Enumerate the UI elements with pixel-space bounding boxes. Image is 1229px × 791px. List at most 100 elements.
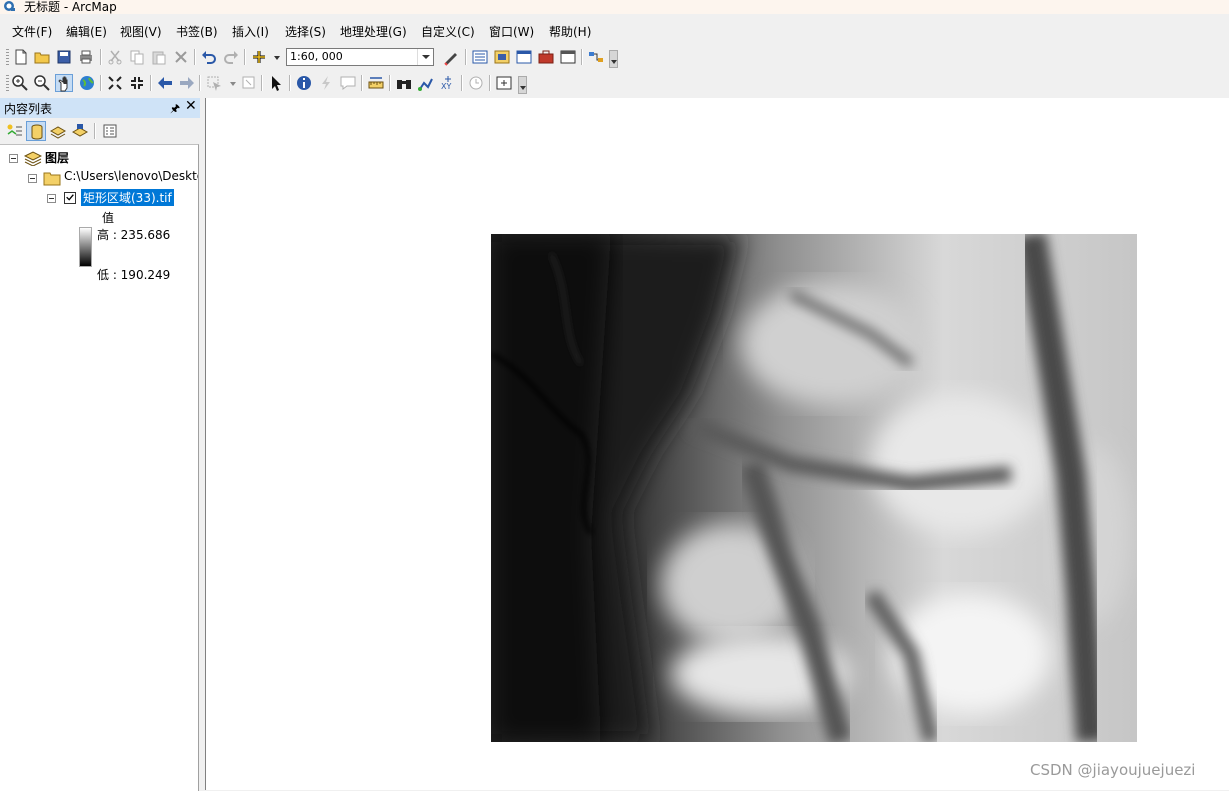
add-data-icon[interactable] [250,48,268,66]
toolbar-separator [150,75,152,91]
add-data-dropdown-icon[interactable] [268,48,280,66]
catalog-icon[interactable] [493,48,511,66]
map-display[interactable] [205,98,1229,790]
standard-toolbar: 1:60, 000 [0,46,1229,70]
arctoolbox-icon[interactable] [537,48,555,66]
menu-bar: 文件(F) 编辑(E) 视图(V) 书签(B) 插入(I) 选择(S) 地理处理… [0,20,1229,42]
create-viewer-window-icon[interactable] [495,74,513,92]
legend-field-label: 值 [102,211,115,225]
pin-icon[interactable]: 🖈 [170,100,180,119]
model-builder-icon[interactable] [587,48,605,66]
toc-tree: 图层 C:\Users\lenovo\Deskto 矩形区域(33).tif 值… [0,144,199,791]
collapse-toggle-layer[interactable] [47,194,56,203]
toolbar-separator [289,75,291,91]
html-popup-icon[interactable] [339,74,357,92]
search-window-icon[interactable] [515,48,533,66]
toolbar-separator [261,75,263,91]
toolbar-separator [100,49,102,65]
close-icon[interactable]: ✕ [185,98,197,114]
new-document-icon[interactable] [12,48,30,66]
zoom-out-icon[interactable] [33,74,51,92]
toolbar-grip[interactable] [6,75,9,91]
toolbar-separator [389,75,391,91]
save-icon[interactable] [55,48,73,66]
menu-help[interactable]: 帮助(H) [549,23,591,40]
menu-insert[interactable]: 插入(I) [232,23,269,40]
delete-icon[interactable] [172,48,190,66]
list-by-source-icon[interactable] [26,121,46,141]
print-icon[interactable] [77,48,95,66]
checkmark-icon [66,194,74,201]
identify-info-icon[interactable] [295,74,313,92]
toolbar-separator [244,49,246,65]
list-by-visibility-icon[interactable] [48,121,68,141]
clear-selection-icon[interactable] [240,74,258,92]
pan-hand-icon[interactable] [55,74,73,92]
menu-bookmarks[interactable]: 书签(B) [176,23,218,40]
chevron-down-icon[interactable] [417,49,433,65]
window-title: 无标题 - ArcMap [24,0,117,14]
full-extent-globe-icon[interactable] [78,74,96,92]
menu-customize[interactable]: 自定义(C) [421,23,475,40]
select-elements-pointer-icon[interactable] [267,74,285,92]
measure-ruler-icon[interactable] [367,74,385,92]
options-icon[interactable] [100,121,120,141]
hyperlink-lightning-icon[interactable] [317,74,335,92]
forward-arrow-icon[interactable] [178,74,196,92]
menu-edit[interactable]: 编辑(E) [66,23,107,40]
fixed-zoom-in-icon[interactable] [106,74,124,92]
select-features-icon[interactable] [205,74,223,92]
find-binoculars-icon[interactable] [395,74,413,92]
layer-visibility-checkbox[interactable] [64,192,76,204]
raster-layer-name[interactable]: 矩形区域(33).tif [81,189,174,206]
menu-selection[interactable]: 选择(S) [285,23,326,40]
redo-icon[interactable] [222,48,240,66]
dem-raster-image [491,234,1137,742]
go-to-xy-icon[interactable]: XY [439,74,457,92]
menu-geoprocessing[interactable]: 地理处理(G) [340,23,407,40]
fixed-zoom-out-icon[interactable] [128,74,146,92]
stretched-color-ramp[interactable] [79,227,92,267]
layers-icon [24,151,42,166]
list-by-selection-icon[interactable] [70,121,90,141]
toolbar-grip[interactable] [6,49,9,65]
copy-icon[interactable] [128,48,146,66]
toolbar-separator [489,75,491,91]
menu-windows[interactable]: 窗口(W) [489,23,534,40]
list-by-drawing-order-icon[interactable] [4,121,24,141]
select-dropdown-icon[interactable] [224,74,236,92]
title-bar: 无标题 - ArcMap [0,0,1229,14]
toc-toolbar [0,118,200,144]
find-route-icon[interactable] [417,74,435,92]
legend-high-value: 高 : 235.686 [97,228,171,242]
cut-icon[interactable] [106,48,124,66]
undo-icon[interactable] [200,48,218,66]
back-arrow-icon[interactable] [156,74,174,92]
map-scale-value: 1:60, 000 [290,50,343,63]
zoom-in-icon[interactable] [11,74,29,92]
toolbar-separator [194,49,196,65]
collapse-toggle-layers[interactable] [9,154,18,163]
toolbar-options-chevron[interactable] [609,50,618,68]
tools-toolbar: XY [0,72,1229,96]
legend-low-value: 低 : 190.249 [97,268,171,282]
table-of-contents-panel: 内容列表 🖈 ✕ 图层 C:\Users\lenovo\Deskto 矩形区域(… [0,98,200,791]
editor-toolbar-icon[interactable] [442,48,460,66]
data-frame-label[interactable]: 图层 [45,149,69,166]
source-folder-path[interactable]: C:\Users\lenovo\Deskto [64,169,198,183]
paste-icon[interactable] [150,48,168,66]
menu-view[interactable]: 视图(V) [120,23,162,40]
time-slider-icon[interactable] [467,74,485,92]
open-folder-icon[interactable] [33,48,51,66]
table-of-contents-icon[interactable] [471,48,489,66]
python-window-icon[interactable] [559,48,577,66]
toolbar-separator [94,123,96,139]
menu-file[interactable]: 文件(F) [12,23,52,40]
map-scale-combobox[interactable]: 1:60, 000 [286,48,434,66]
collapse-toggle-folder[interactable] [28,174,37,183]
toolbar-separator [581,49,583,65]
toolbar-options-chevron[interactable] [518,76,527,94]
toolbar-separator [199,75,201,91]
toc-title: 内容列表 [4,102,53,116]
toc-header: 内容列表 🖈 ✕ [0,98,200,118]
